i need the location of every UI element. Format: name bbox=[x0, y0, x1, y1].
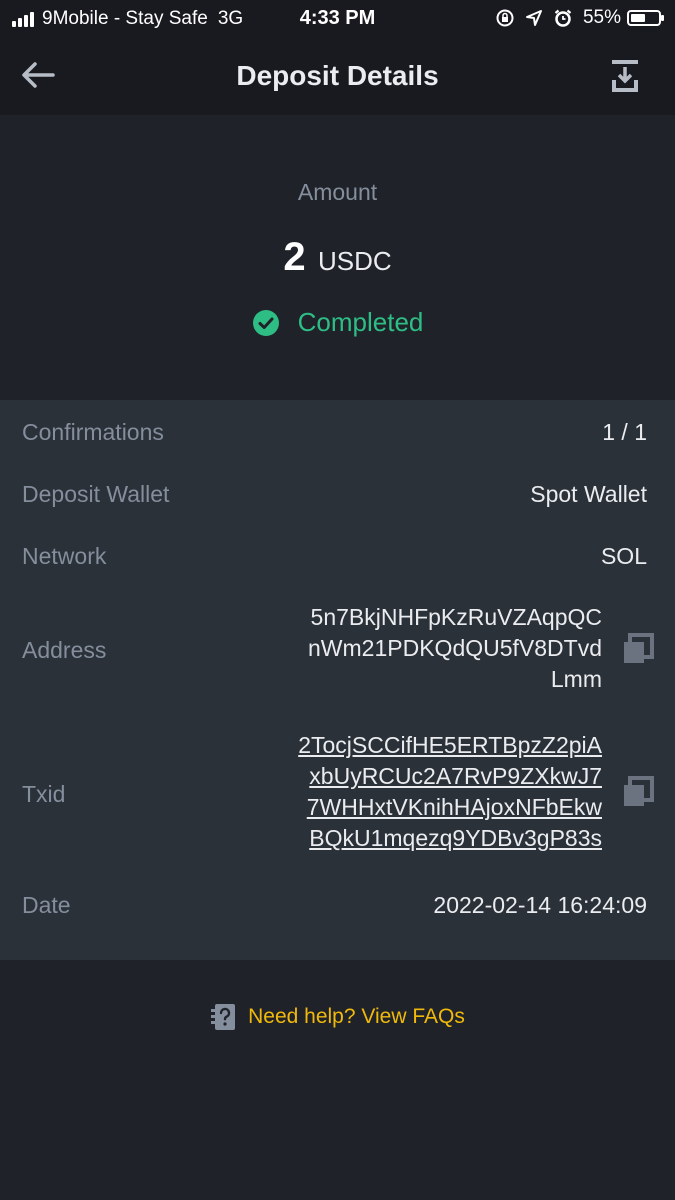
amount-unit: USDC bbox=[318, 246, 392, 276]
txid-label: Txid bbox=[22, 781, 66, 807]
txid-line: 7WHHxtVKnihHAjoxNFbEkw bbox=[306, 794, 602, 820]
txid-link[interactable]: 2TocjSCCifHE5ERTBpzZ2piA xbUyRCUc2A7RvP9… bbox=[298, 730, 602, 854]
address-line: 5n7BkjNHFpKzRuVZAqpQC bbox=[310, 604, 602, 630]
deposit-wallet-value: Spot Wallet bbox=[530, 481, 647, 507]
download-button[interactable] bbox=[609, 58, 641, 94]
address-label: Address bbox=[22, 637, 107, 663]
copy-icon bbox=[624, 633, 654, 663]
location-arrow-icon bbox=[525, 9, 543, 27]
status-row: Completed bbox=[0, 307, 675, 338]
network-label: Network bbox=[22, 543, 107, 569]
address-value: 5n7BkjNHFpKzRuVZAqpQC nWm21PDKQdQU5fV8DT… bbox=[308, 602, 602, 695]
page-title: Deposit Details bbox=[236, 60, 439, 91]
copy-address-button[interactable] bbox=[621, 632, 655, 666]
amount-label: Amount bbox=[297, 179, 378, 205]
confirmations-label: Confirmations bbox=[22, 419, 164, 445]
copy-txid-button[interactable] bbox=[621, 775, 655, 809]
status-bar: 9Mobile - Stay Safe 3G 4:33 PM 55% bbox=[0, 0, 675, 38]
confirmations-value: 1 / 1 bbox=[602, 419, 647, 445]
help-question-icon bbox=[211, 1004, 236, 1030]
deposit-wallet-label: Deposit Wallet bbox=[22, 481, 170, 507]
deposit-summary: Amount 2 USDC Completed bbox=[0, 115, 675, 400]
battery-icon bbox=[627, 10, 664, 26]
nav-bar: Deposit Details bbox=[0, 38, 675, 115]
status-right: 55% bbox=[485, 7, 664, 29]
amount-row: 2 USDC bbox=[0, 235, 675, 280]
battery-fill bbox=[631, 14, 645, 22]
address-line: Lmm bbox=[550, 666, 602, 692]
deposit-status: Completed bbox=[297, 307, 424, 337]
date-value: 2022-02-14 16:24:09 bbox=[433, 892, 647, 918]
check-circle-icon bbox=[252, 309, 279, 336]
help-faq-text: Need help? View FAQs bbox=[248, 1005, 465, 1028]
orientation-lock-icon bbox=[495, 8, 515, 28]
download-icon bbox=[612, 60, 638, 92]
help-faq-link[interactable]: Need help? View FAQs bbox=[0, 1003, 675, 1031]
battery-percentage: 55% bbox=[582, 7, 621, 28]
address-line: nWm21PDKQdQU5fV8DTvd bbox=[308, 635, 602, 661]
txid-line: 2TocjSCCifHE5ERTBpzZ2piA bbox=[298, 732, 602, 758]
alarm-clock-icon bbox=[553, 8, 573, 28]
txid-line: xbUyRCUc2A7RvP9ZXkwJ7 bbox=[309, 763, 602, 789]
details-panel: Confirmations 1 / 1 Deposit Wallet Spot … bbox=[0, 400, 675, 960]
date-label: Date bbox=[22, 892, 71, 918]
copy-icon bbox=[624, 776, 654, 806]
network-value: SOL bbox=[600, 543, 647, 569]
txid-line: BQkU1mqezq9YDBv3gP83s bbox=[309, 825, 602, 851]
amount-value: 2 bbox=[283, 235, 306, 279]
